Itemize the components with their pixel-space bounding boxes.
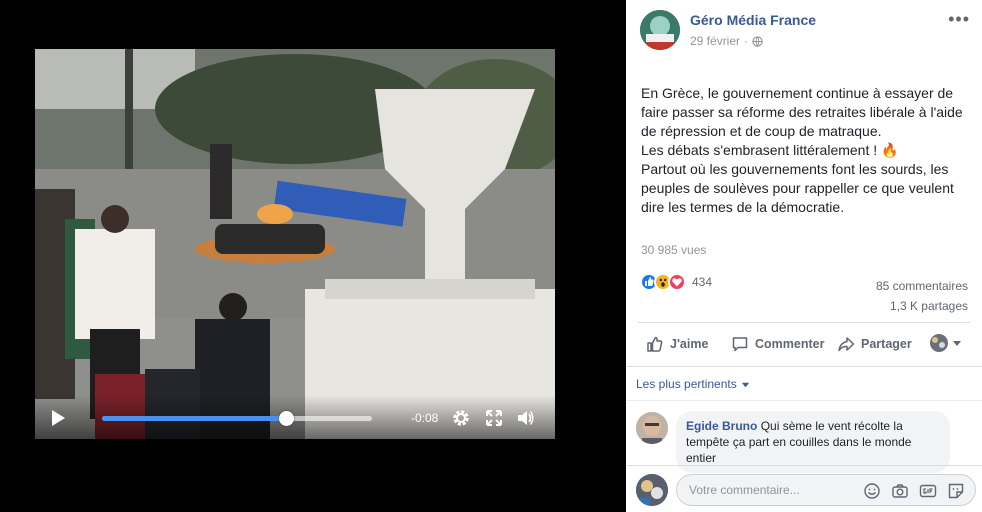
divider <box>626 366 982 367</box>
post-text-line: En Grèce, le gouvernement continue à ess… <box>641 85 963 139</box>
page-avatar[interactable] <box>640 10 680 50</box>
like-button-label: J'aime <box>670 337 709 351</box>
share-icon <box>838 337 855 352</box>
comment-sort-label: Les plus pertinents <box>636 377 737 391</box>
commenter-avatar[interactable] <box>636 412 668 444</box>
view-count: 30 985 vues <box>641 243 707 257</box>
reaction-profile-selector[interactable] <box>930 334 962 352</box>
comment-sort-dropdown[interactable]: Les plus pertinents <box>636 377 750 391</box>
divider <box>638 322 970 323</box>
volume-icon[interactable] <box>515 408 535 428</box>
share-button[interactable]: Partager <box>837 335 912 353</box>
thumbs-up-icon <box>647 336 663 352</box>
photo-viewer: -0:08 Géro Média France 29 février · •••… <box>0 0 982 512</box>
reactions-summary[interactable]: 434 <box>640 273 712 291</box>
more-dots-icon[interactable]: ••• <box>948 10 970 28</box>
video-controls: -0:08 <box>35 395 555 439</box>
comment-input-placeholder: Votre commentaire... <box>689 483 800 497</box>
gif-icon[interactable] <box>919 482 937 500</box>
post-actions: J'aime Commenter Partager <box>638 330 970 358</box>
shares-count-link[interactable]: 1,3 K partages <box>876 296 968 316</box>
post-meta: 29 février · <box>690 34 763 48</box>
video-seek-bar[interactable] <box>102 411 372 426</box>
love-reaction-icon <box>668 273 686 291</box>
video-time-remaining: -0:08 <box>411 411 439 425</box>
emoji-icon[interactable] <box>863 482 881 500</box>
post-panel: Géro Média France 29 février · ••• En Gr… <box>626 0 982 512</box>
divider <box>626 465 982 466</box>
comments-count-link[interactable]: 85 commentaires <box>876 276 968 296</box>
camera-icon[interactable] <box>891 482 909 500</box>
profile-avatar-small <box>930 334 948 352</box>
comment-input[interactable]: Votre commentaire... <box>676 474 976 506</box>
gear-icon[interactable] <box>451 408 471 428</box>
post-date[interactable]: 29 février <box>690 34 740 48</box>
comment-author-link[interactable]: Egide Bruno <box>686 419 757 433</box>
comment-icon <box>732 337 748 352</box>
video-stage: -0:08 <box>0 0 626 512</box>
reactions-count: 434 <box>692 275 713 289</box>
separator-dot: · <box>744 34 749 48</box>
post-text: En Grèce, le gouvernement continue à ess… <box>641 84 966 217</box>
chevron-down-icon <box>953 341 961 346</box>
caret-down-icon <box>741 382 749 387</box>
share-button-label: Partager <box>861 337 912 351</box>
engagement-counts: 85 commentaires 1,3 K partages <box>876 276 968 316</box>
fullscreen-icon[interactable] <box>484 408 504 428</box>
post-text-line: Partout où les gouvernements font les so… <box>641 161 954 215</box>
composer-icons <box>863 482 965 500</box>
divider <box>626 400 982 401</box>
video-progress-fill <box>102 416 286 421</box>
video-seek-handle[interactable] <box>278 411 294 426</box>
video-player[interactable]: -0:08 <box>35 49 555 439</box>
sticker-icon[interactable] <box>947 482 965 500</box>
comment-button-label: Commenter <box>755 337 825 351</box>
page-name-link[interactable]: Géro Média France <box>690 12 816 28</box>
globe-icon <box>752 35 763 47</box>
post-text-line: Les débats s'embrasent littéralement ! 🔥 <box>641 142 899 158</box>
video-frame <box>35 49 555 439</box>
like-button[interactable]: J'aime <box>646 335 708 353</box>
user-avatar[interactable] <box>636 474 668 506</box>
play-icon[interactable] <box>50 409 66 427</box>
comment-button[interactable]: Commenter <box>731 335 824 353</box>
comment-bubble: Egide Bruno Qui sème le vent récolte la … <box>676 411 950 473</box>
